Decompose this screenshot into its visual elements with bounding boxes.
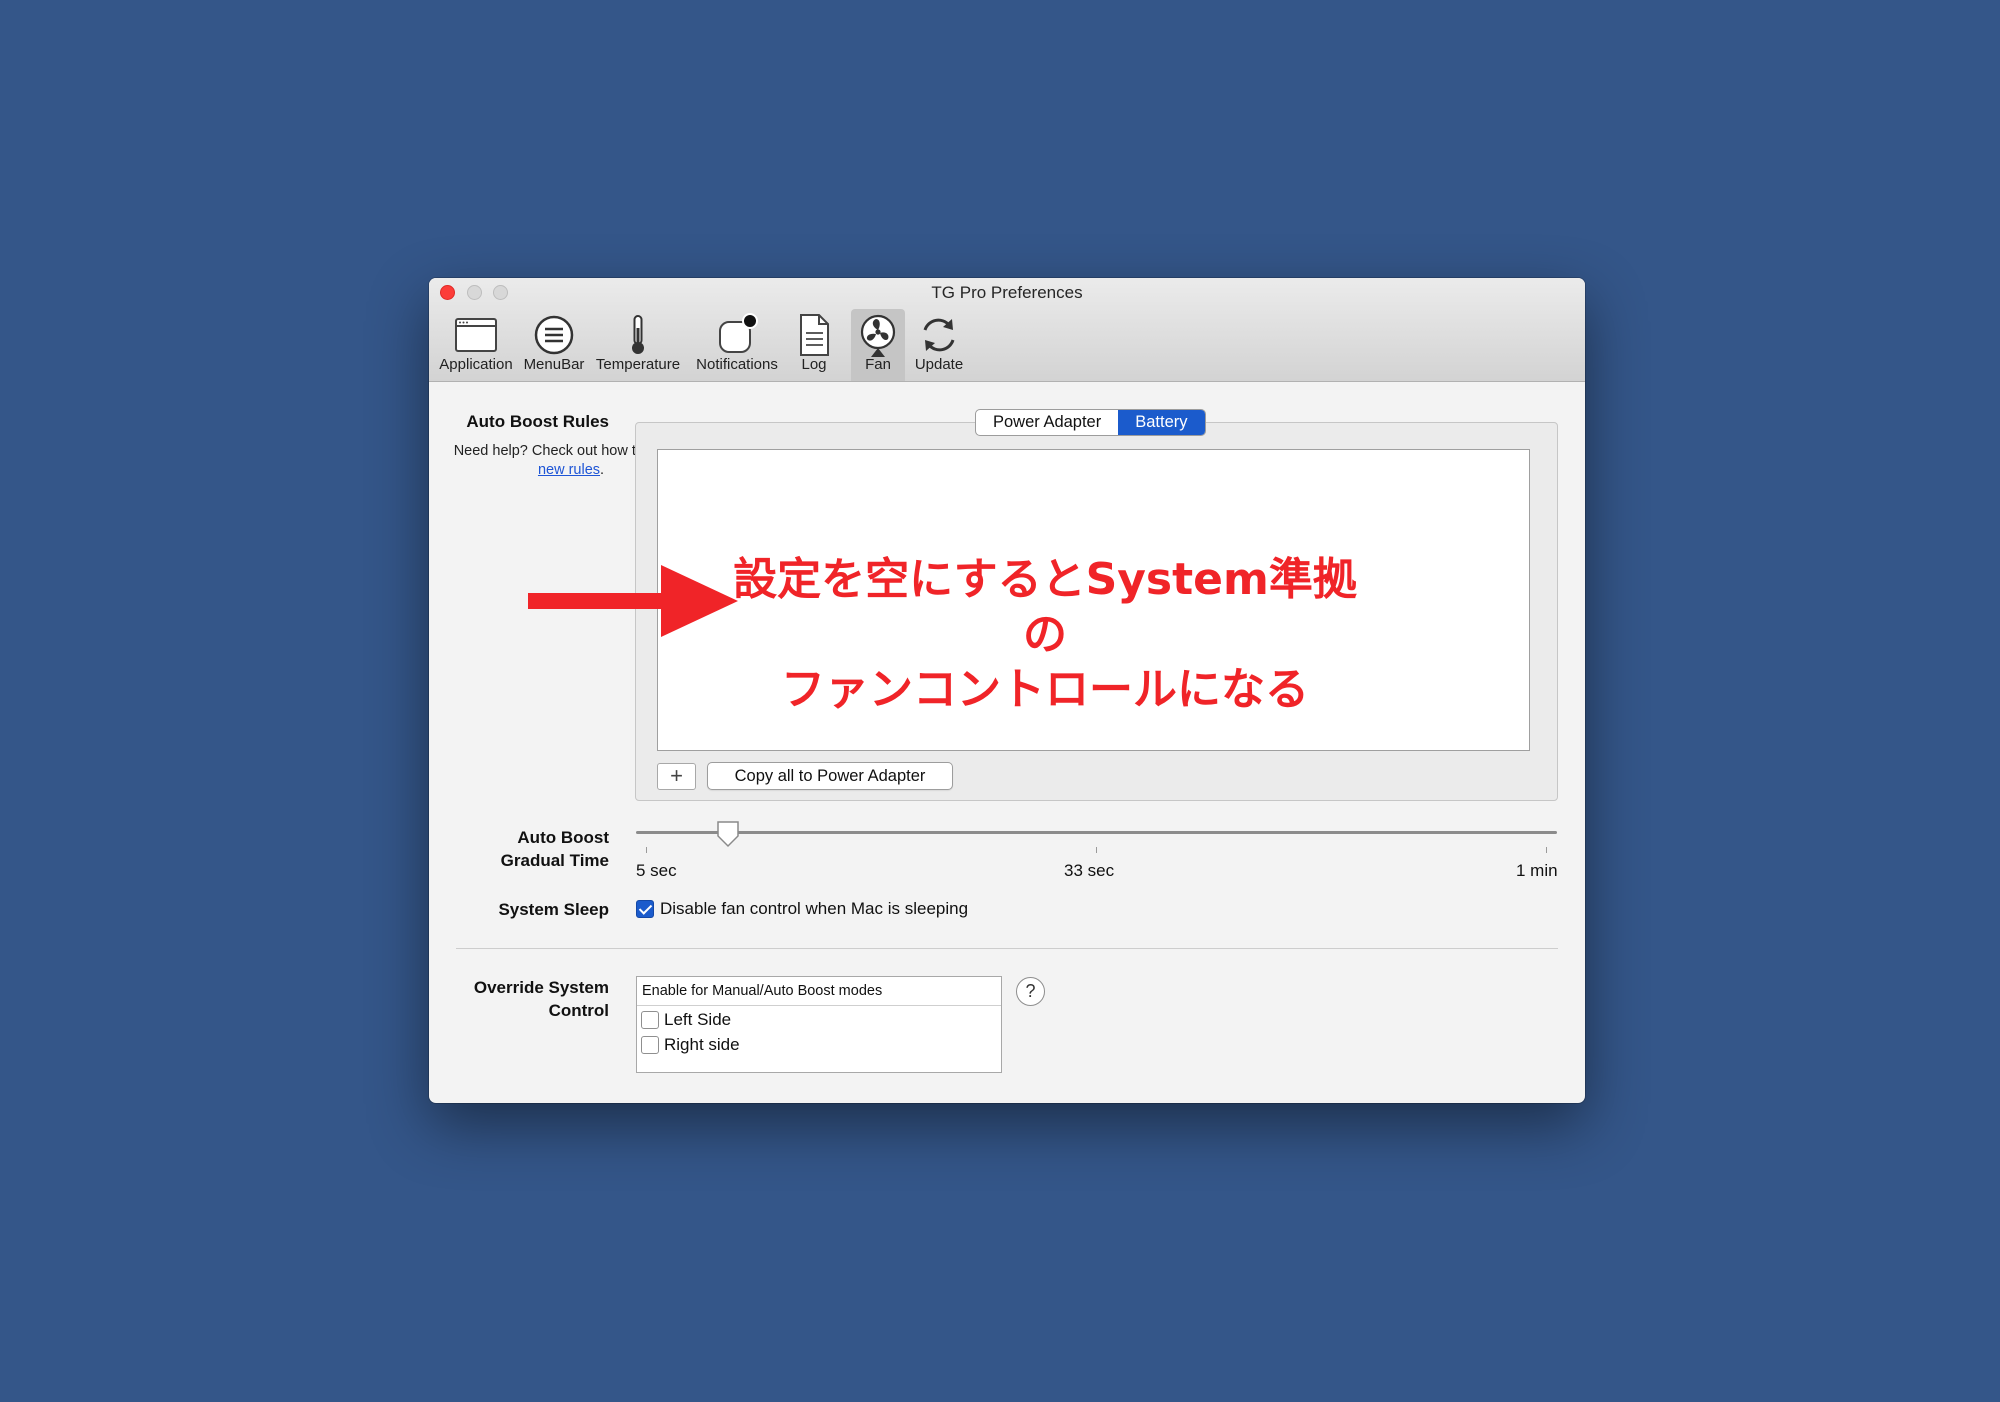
annotation-text: 設定を空にするとSystem準拠の ファンコントロールになる	[720, 552, 1370, 717]
tick-label-min: 5 sec	[636, 861, 677, 880]
toolbar-item-fan[interactable]: Fan	[851, 309, 905, 381]
slider-tick-mid	[1096, 847, 1097, 853]
window-title: TG Pro Preferences	[931, 283, 1083, 302]
slider-knob[interactable]	[716, 820, 740, 848]
document-icon	[800, 314, 829, 356]
toolbar-item-update[interactable]: Update	[907, 309, 971, 381]
annotation-arrow	[528, 565, 738, 637]
add-rule-button[interactable]: +	[657, 763, 696, 790]
toolbar-label-temperature: Temperature	[595, 356, 681, 373]
toolbar-item-notifications[interactable]: Notifications	[687, 309, 787, 381]
override-label-line1: Override System	[473, 978, 609, 997]
gradual-time-label-line1: Auto Boost	[517, 828, 609, 847]
annotation-line1: 設定を空にするとSystem準拠の	[733, 554, 1357, 660]
left-side-label[interactable]: Left Side	[664, 1010, 731, 1030]
toolbar-item-log[interactable]: Log	[789, 309, 839, 381]
toolbar-label-log: Log	[801, 356, 827, 373]
thermometer-icon	[632, 315, 644, 354]
toolbar-label-fan: Fan	[865, 356, 891, 373]
disable-fan-sleep-checkbox[interactable]	[636, 900, 654, 918]
right-side-label[interactable]: Right side	[664, 1035, 740, 1055]
refresh-icon	[923, 318, 955, 352]
override-system-control-label: Override System Control	[441, 976, 609, 1022]
tick-label-max: 1 min	[1516, 861, 1558, 880]
power-source-segmented-control[interactable]: Power Adapter Battery	[975, 409, 1206, 436]
toolbar-label-update: Update	[914, 356, 964, 373]
fan-icon	[860, 314, 896, 357]
slider-tick-max	[1546, 847, 1547, 853]
help-button[interactable]: ?	[1016, 977, 1045, 1006]
left-side-checkbox[interactable]	[641, 1011, 659, 1029]
notification-badge-icon	[719, 313, 758, 353]
override-list-header: Enable for Manual/Auto Boost modes	[637, 977, 1001, 1006]
auto-boost-rules-label: Auto Boost Rules	[466, 412, 609, 431]
help-suffix: .	[600, 462, 605, 478]
help-prefix: Need help? Check out how to	[453, 443, 648, 459]
application-window-icon	[455, 318, 497, 352]
toolbar-item-menubar[interactable]: MenuBar	[519, 309, 589, 381]
tab-battery[interactable]: Battery	[1118, 410, 1205, 435]
section-divider	[456, 948, 1558, 949]
right-side-checkbox[interactable]	[641, 1036, 659, 1054]
copy-to-power-adapter-button[interactable]: Copy all to Power Adapter	[707, 762, 953, 790]
tab-power-adapter[interactable]: Power Adapter	[976, 410, 1118, 435]
gradual-time-slider[interactable]	[636, 831, 1557, 834]
toolbar-label-notifications: Notifications	[696, 356, 778, 373]
title-bar: TG Pro Preferences Application MenuBar T…	[429, 278, 1585, 382]
toolbar-item-application[interactable]: Application	[435, 309, 517, 381]
tick-label-mid: 33 sec	[1064, 861, 1115, 880]
annotation-line2: ファンコントロールになる	[781, 664, 1309, 715]
gradual-time-label-line2: Gradual Time	[500, 851, 609, 870]
disable-fan-sleep-label[interactable]: Disable fan control when Mac is sleeping	[660, 899, 968, 919]
gradual-time-label: Auto Boost Gradual Time	[441, 826, 609, 872]
toolbar-label-application: Application	[439, 356, 513, 373]
override-label-line2: Control	[548, 1001, 609, 1020]
slider-tick-min	[646, 847, 647, 853]
menubar-icon	[534, 315, 574, 355]
toolbar-item-temperature[interactable]: Temperature	[591, 309, 685, 381]
toolbar-label-menubar: MenuBar	[523, 356, 585, 373]
system-sleep-label: System Sleep	[498, 900, 609, 919]
